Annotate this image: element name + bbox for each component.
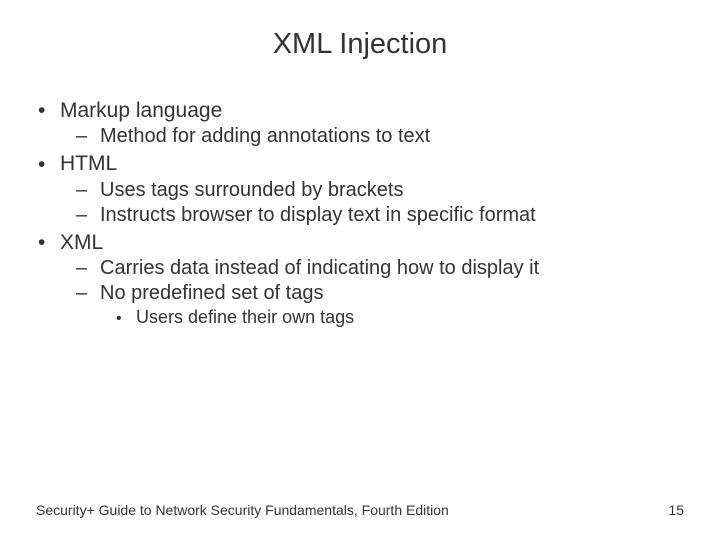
footer-source: Security+ Guide to Network Security Fund…: [36, 502, 449, 518]
bullet-text: HTML: [60, 152, 117, 175]
page-number: 15: [668, 502, 684, 518]
list-item: Carries data instead of indicating how t…: [36, 257, 684, 280]
bullet-text: Markup language: [60, 99, 222, 122]
bullet-text: Uses tags surrounded by brackets: [100, 179, 404, 201]
list-item: Markup language Method for adding annota…: [36, 99, 684, 148]
list-item: No predefined set of tags Users define t…: [36, 282, 684, 328]
bullet-text: Carries data instead of indicating how t…: [100, 257, 539, 279]
bullet-text: No predefined set of tags: [100, 282, 323, 304]
bullet-text: Users define their own tags: [136, 307, 354, 327]
list-item: Users define their own tags: [36, 307, 684, 328]
list-item: Instructs browser to display text in spe…: [36, 204, 684, 227]
slide-title: XML Injection: [36, 28, 684, 61]
list-item: Method for adding annotations to text: [36, 125, 684, 148]
bullet-text: Instructs browser to display text in spe…: [100, 204, 536, 226]
list-item: HTML Uses tags surrounded by brackets In…: [36, 152, 684, 226]
list-item: XML Carries data instead of indicating h…: [36, 231, 684, 328]
bullet-text: Method for adding annotations to text: [100, 125, 430, 147]
bullet-text: XML: [60, 231, 103, 254]
slide-footer: Security+ Guide to Network Security Fund…: [36, 502, 684, 518]
list-item: Uses tags surrounded by brackets: [36, 179, 684, 202]
bullet-list: Markup language Method for adding annota…: [36, 99, 684, 328]
